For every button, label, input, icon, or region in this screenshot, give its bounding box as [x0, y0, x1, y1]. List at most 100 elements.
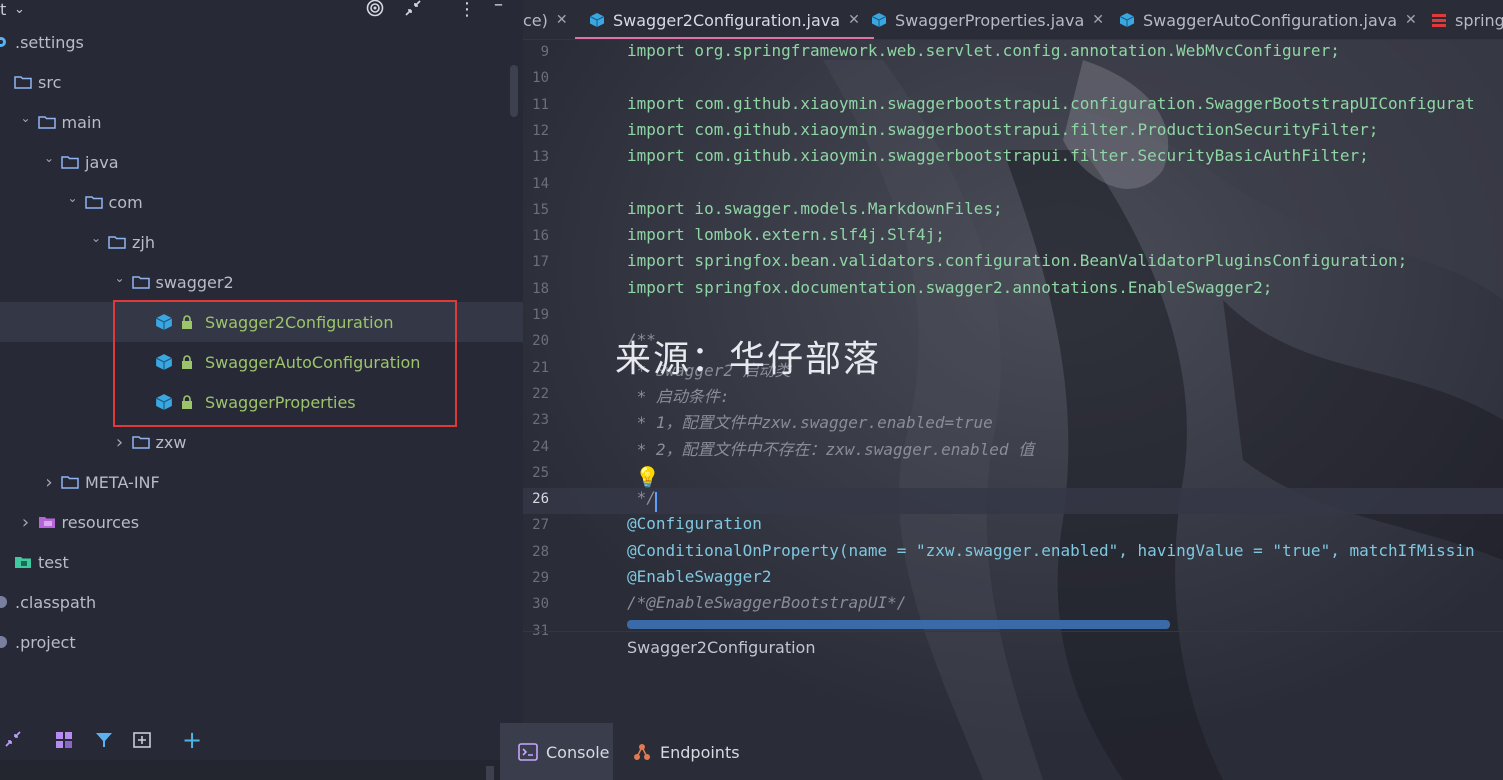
- code-line: import com.github.xiaoymin.swaggerbootst…: [627, 93, 1475, 113]
- code-line: import com.github.xiaoymin.swaggerbootst…: [627, 146, 1369, 166]
- close-icon[interactable]: ✕: [848, 12, 860, 28]
- tab-spring-partial[interactable]: spring: [1431, 0, 1503, 39]
- close-icon[interactable]: ✕: [1405, 12, 1417, 28]
- tree-item-project[interactable]: .project: [0, 622, 523, 662]
- tree-item-label: .classpath: [15, 592, 97, 612]
- tab-swaggerautoconfiguration[interactable]: SwaggerAutoConfiguration.java ✕: [1119, 0, 1417, 39]
- chevron-right-icon[interactable]: ›: [20, 512, 32, 533]
- code-line: import io.swagger.models.MarkdownFiles;: [627, 198, 1003, 218]
- tab-label: ce): [523, 10, 548, 30]
- editor-tabbar: ce) ✕ Swagger2Configuration.java ✕ Swagg…: [523, 0, 1503, 40]
- folder-icon: [61, 155, 79, 169]
- code-line: * 1，配置文件中zxw.swagger.enabled=true: [627, 413, 993, 433]
- chevron-right-icon[interactable]: ›: [114, 432, 126, 453]
- tree-item-meta-inf[interactable]: › META-INF: [0, 462, 523, 502]
- more-vertical-icon[interactable]: ⋮: [458, 0, 476, 20]
- ide-window: t ⌄ ⋮ – .settings src ⌄ main ⌄ java ⌄ com ⌄ zjh ⌄ s…: [0, 0, 1503, 780]
- horizontal-scrollbar[interactable]: [627, 620, 1170, 629]
- chevron-right-icon[interactable]: ›: [43, 472, 55, 493]
- collapse-icon[interactable]: [404, 0, 422, 22]
- tree-item-zxw[interactable]: › zxw: [0, 422, 523, 462]
- chevron-down-icon[interactable]: ⌄: [90, 231, 102, 245]
- tree-item-label: zjh: [132, 232, 155, 252]
- chevron-down-icon[interactable]: ⌄: [114, 271, 126, 285]
- tree-item-label: zxw: [155, 432, 187, 452]
- code-line: import springfox.bean.validators.configu…: [627, 251, 1408, 271]
- project-panel: t ⌄ ⋮ – .settings src ⌄ main ⌄ java ⌄ com ⌄ zjh ⌄ s…: [0, 0, 523, 780]
- tab-label: spring: [1455, 10, 1503, 30]
- tree-item-com[interactable]: ⌄ com: [0, 182, 523, 222]
- code-editor: ce) ✕ Swagger2Configuration.java ✕ Swagg…: [523, 0, 1503, 780]
- class-icon: [1119, 13, 1135, 27]
- tree-item-resources[interactable]: › resources: [0, 502, 523, 542]
- breadcrumb[interactable]: Swagger2Configuration: [627, 638, 815, 657]
- highlight-box: [113, 300, 457, 427]
- tree-item-test[interactable]: test: [0, 542, 523, 582]
- layout-icon[interactable]: [54, 730, 74, 755]
- tree-item-classpath[interactable]: .classpath: [0, 582, 523, 622]
- tab-label: Swagger2Configuration.java: [613, 10, 841, 30]
- tree-item-src[interactable]: src: [0, 62, 523, 102]
- target-icon[interactable]: [366, 0, 384, 22]
- code-line: /*@EnableSwaggerBootstrapUI*/: [627, 593, 907, 613]
- project-panel-header: t ⌄ ⋮ –: [0, 0, 523, 22]
- folder-icon: [131, 275, 150, 289]
- class-icon: [589, 13, 605, 27]
- class-icon: [871, 13, 887, 27]
- code-line: import org.springframework.web.servlet.c…: [627, 41, 1340, 60]
- file-icon: [0, 635, 12, 649]
- endpoints-icon: [634, 744, 650, 760]
- code-line: @ConditionalOnProperty(name = "zxw.swagg…: [627, 540, 1475, 560]
- spring-file-icon: [1432, 14, 1446, 27]
- vertical-scrollbar[interactable]: [486, 766, 494, 780]
- chevron-down-icon[interactable]: ⌄: [14, 2, 25, 17]
- tree-item-label: src: [38, 72, 62, 92]
- folder-icon: [108, 235, 126, 249]
- tree-item-label: java: [85, 152, 119, 172]
- tab-endpoints[interactable]: Endpoints: [632, 742, 740, 762]
- add-window-icon[interactable]: [132, 730, 152, 755]
- code-line: @Configuration: [627, 514, 762, 534]
- code-line: import com.github.xiaoymin.swaggerbootst…: [627, 119, 1379, 139]
- folder-icon: [61, 475, 79, 489]
- chevron-down-icon[interactable]: ⌄: [20, 111, 32, 125]
- console-icon: [518, 743, 538, 761]
- folder-icon: [84, 195, 103, 209]
- tree-item-label: swagger2: [155, 272, 234, 292]
- tree-item-label: .settings: [15, 32, 84, 52]
- chevron-down-icon[interactable]: ⌄: [67, 191, 79, 205]
- tab-console-label: Console: [546, 742, 610, 762]
- file-icon: [0, 595, 12, 609]
- filter-icon[interactable]: [94, 730, 114, 755]
- tree-item-settings[interactable]: .settings: [0, 22, 523, 62]
- tree-item-java[interactable]: ⌄ java: [0, 142, 523, 182]
- folder-icon: [14, 75, 32, 89]
- code-line: @EnableSwagger2: [627, 567, 772, 586]
- collapse-icon[interactable]: [4, 730, 22, 753]
- tab-swagger2configuration[interactable]: Swagger2Configuration.java ✕: [575, 0, 874, 39]
- minimize-icon[interactable]: –: [494, 0, 503, 15]
- project-panel-title: t: [0, 0, 7, 19]
- test-folder-icon: [14, 555, 32, 569]
- resources-folder-icon: [38, 515, 56, 529]
- tab-partial-left[interactable]: ce) ✕: [523, 0, 568, 39]
- close-icon[interactable]: ✕: [556, 12, 568, 28]
- tree-item-main[interactable]: ⌄ main: [0, 102, 523, 142]
- chevron-down-icon[interactable]: ⌄: [43, 151, 55, 165]
- tree-scrollbar[interactable]: [510, 65, 518, 117]
- tab-swaggerproperties[interactable]: SwaggerProperties.java ✕: [871, 0, 1104, 39]
- tab-console[interactable]: Console: [518, 742, 610, 762]
- tab-endpoints-label: Endpoints: [660, 742, 740, 762]
- lightbulb-icon[interactable]: 💡: [635, 465, 660, 489]
- project-panel-toolbar: +: [0, 726, 523, 760]
- folder-icon: [37, 115, 56, 129]
- text-caret: [655, 492, 657, 512]
- add-icon[interactable]: +: [182, 726, 202, 754]
- tree-item-zjh[interactable]: ⌄ zjh: [0, 222, 523, 262]
- tree-item-swagger2[interactable]: ⌄ swagger2: [0, 262, 523, 302]
- tree-item-label: .project: [15, 632, 76, 652]
- close-icon[interactable]: ✕: [1092, 12, 1104, 28]
- code-line: */: [627, 488, 656, 508]
- tree-item-label: com: [108, 192, 143, 212]
- tree-item-label: test: [38, 552, 69, 572]
